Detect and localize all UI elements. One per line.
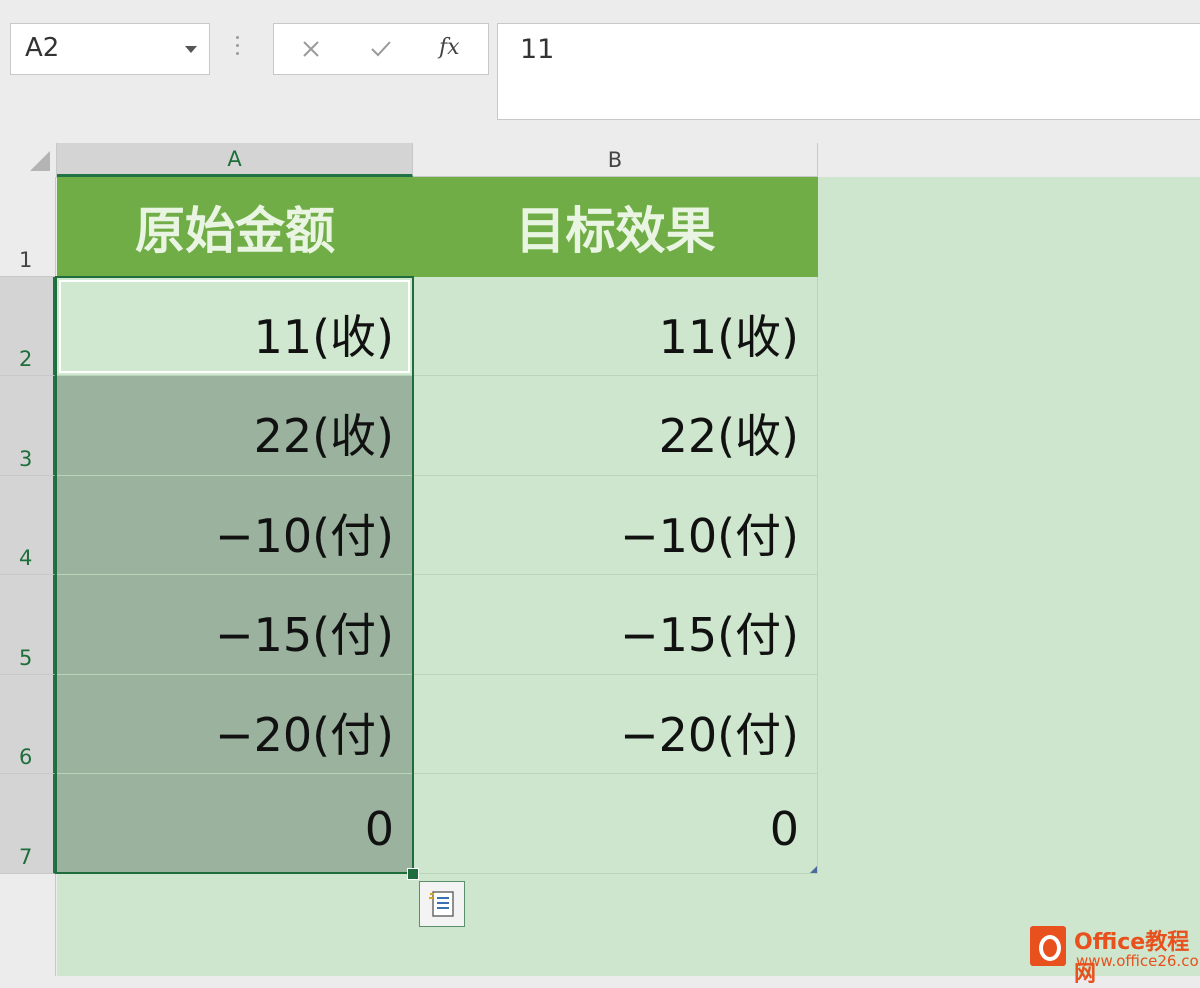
cell-b2[interactable]: 11(收) [413,277,818,376]
cell-a2[interactable]: 11(收) [57,277,413,376]
formula-value: 11 [520,34,555,65]
cell-b5[interactable]: −15(付) [413,575,818,675]
cell-a3[interactable]: 22(收) [57,376,413,476]
insert-function-button[interactable]: fx [439,33,469,63]
confirm-icon[interactable] [366,34,396,64]
row-header-4[interactable]: 4 [0,476,56,575]
table-corner-marker [810,866,817,873]
watermark: Office教程网 www.office26.com [1030,922,1200,987]
cell-a6[interactable]: −20(付) [57,675,413,774]
formula-bar-resize-handle[interactable] [236,36,240,62]
name-box-value: A2 [25,33,60,63]
cell-b6[interactable]: −20(付) [413,675,818,774]
column-header-a[interactable]: A [57,143,413,177]
column-header-b[interactable]: B [413,143,818,177]
formula-buttons: fx [273,23,489,75]
office-logo-icon [1030,926,1066,966]
fill-handle[interactable] [407,868,419,880]
row-header-2[interactable]: 2 [0,277,56,376]
row-header-7[interactable]: 7 [0,774,56,874]
row-header-5[interactable]: 5 [0,575,56,675]
cell-b4[interactable]: −10(付) [413,476,818,575]
watermark-url: www.office26.com [1076,952,1200,970]
cell-a7[interactable]: 0 [57,774,413,874]
row-header-6[interactable]: 6 [0,675,56,774]
cell-b1[interactable]: 目标效果 [413,177,818,277]
cancel-icon[interactable] [296,34,326,64]
cell-a1[interactable]: 原始金额 [57,177,413,277]
cell-b7[interactable]: 0 [413,774,818,874]
select-all-button[interactable] [0,143,57,178]
formula-input[interactable]: 11 [497,23,1200,120]
quick-analysis-icon [429,891,454,917]
name-box[interactable]: A2 [10,23,210,75]
quick-analysis-button[interactable] [419,881,465,927]
row-header-empty [0,874,56,976]
select-all-icon [30,151,50,171]
cell-a5[interactable]: −15(付) [57,575,413,675]
name-box-dropdown-icon[interactable] [185,46,197,53]
cell-a4[interactable]: −10(付) [57,476,413,575]
cell-b3[interactable]: 22(收) [413,376,818,476]
row-header-1[interactable]: 1 [0,177,56,277]
row-header-3[interactable]: 3 [0,376,56,476]
